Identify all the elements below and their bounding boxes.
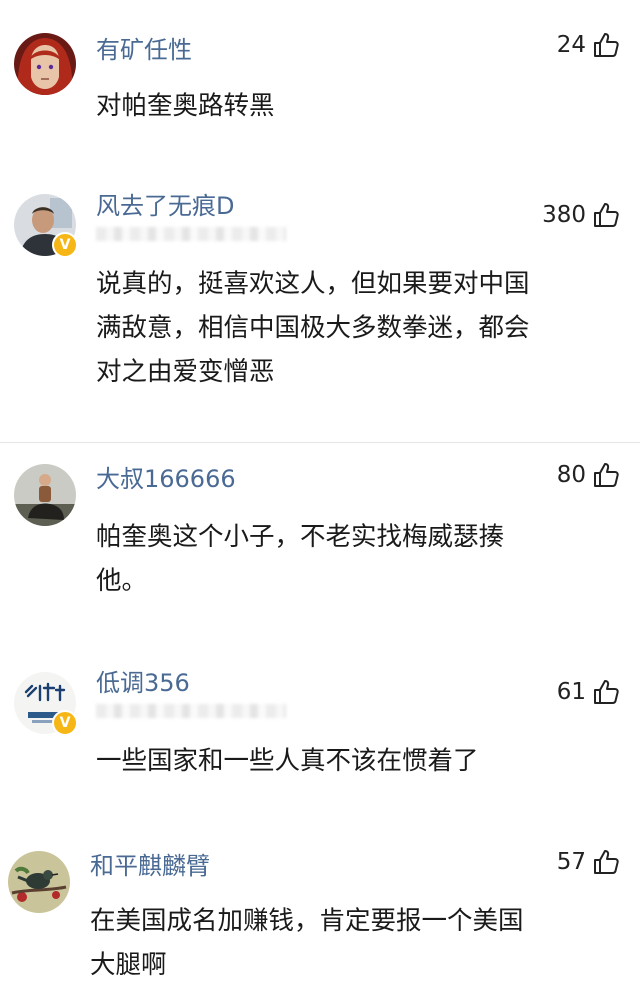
like-count: 380 — [542, 202, 586, 228]
comment-text: 在美国成名加赚钱，肯定要报一个美国 大腿啊 — [90, 906, 524, 980]
like-group[interactable]: 24 — [557, 30, 620, 60]
comment-item: 大叔166666 80 帕奎奥这个小子，不老实找梅威瑟揍 他。 — [0, 443, 640, 633]
verified-badge-icon: V — [52, 232, 78, 258]
thumbs-up-icon[interactable] — [592, 201, 620, 229]
blurred-subline — [96, 227, 286, 241]
avatar[interactable] — [14, 33, 76, 95]
comment-item: V 风去了无痕D 380 说真的，挺喜欢这人，但如果要对中国 满敌意，相信中国极… — [0, 160, 640, 442]
username[interactable]: 大叔166666 — [96, 459, 236, 494]
like-group[interactable]: 57 — [557, 847, 620, 877]
rider-photo-avatar-icon — [14, 464, 76, 526]
bird-on-branch-avatar-icon — [8, 851, 70, 913]
verified-badge-icon: V — [52, 710, 78, 736]
comment-item: 有矿任性 24 对帕奎奥路转黑 — [0, 0, 640, 160]
comment-text: 对帕奎奥路转黑 — [96, 91, 275, 121]
avatar[interactable] — [8, 851, 70, 913]
like-group[interactable]: 380 — [542, 200, 620, 230]
comment-item: V 低调356 61 一些国家和一些人真不该在惯着了 — [0, 633, 640, 823]
like-count: 57 — [556, 849, 586, 875]
comment-text: 帕奎奥这个小子，不老实找梅威瑟揍 他。 — [96, 522, 505, 596]
like-group[interactable]: 61 — [557, 677, 620, 707]
comment-text: 一些国家和一些人真不该在惯着了 — [96, 746, 479, 776]
username[interactable]: 低调356 — [96, 663, 190, 698]
like-count: 61 — [556, 679, 586, 705]
username[interactable]: 风去了无痕D — [96, 186, 234, 221]
thumbs-up-icon[interactable] — [592, 31, 620, 59]
blurred-subline — [96, 704, 286, 718]
like-count: 24 — [556, 32, 586, 58]
comment-text: 说真的，挺喜欢这人，但如果要对中国 满敌意，相信中国极大多数拳迷，都会 对之由爱… — [96, 269, 530, 387]
username[interactable]: 有矿任性 — [96, 30, 192, 65]
username[interactable]: 和平麒麟臂 — [90, 846, 210, 881]
red-hair-anime-avatar-icon — [14, 33, 76, 95]
like-group[interactable]: 80 — [557, 460, 620, 490]
comment-item: 和平麒麟臂 57 在美国成名加赚钱，肯定要报一个美国 大腿啊 — [0, 823, 640, 991]
thumbs-up-icon[interactable] — [592, 848, 620, 876]
avatar[interactable] — [14, 464, 76, 526]
thumbs-up-icon[interactable] — [592, 678, 620, 706]
like-count: 80 — [556, 462, 586, 488]
thumbs-up-icon[interactable] — [592, 461, 620, 489]
